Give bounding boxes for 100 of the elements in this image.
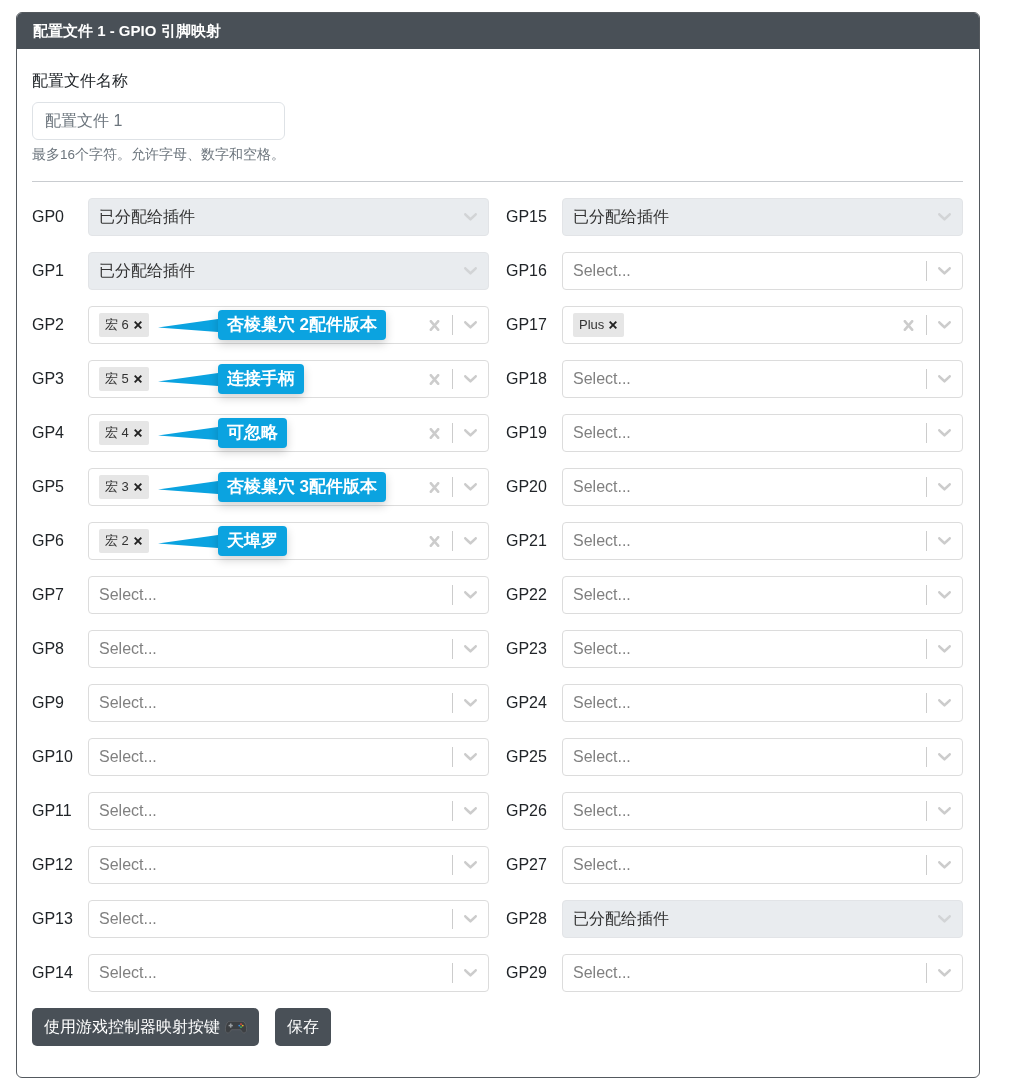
pin-select[interactable]: Select... (562, 684, 963, 722)
chevron-down-icon[interactable] (938, 753, 951, 761)
pin-label: GP11 (32, 802, 72, 819)
tag-label: 宏 3 (104, 478, 130, 496)
pin-select[interactable]: 宏 3 杏棱巢穴 3配件版本 (88, 468, 489, 506)
map-with-gamepad-button[interactable]: 使用游戏控制器映射按键 (32, 1008, 259, 1046)
pin-select[interactable]: Select... (88, 576, 489, 614)
chevron-down-icon[interactable] (464, 375, 477, 383)
callout-label: 可忽略 (217, 418, 287, 448)
chevron-down-icon[interactable] (464, 537, 477, 545)
save-button[interactable]: 保存 (275, 1008, 331, 1046)
profile-name-input[interactable]: 配置文件 1 (32, 102, 285, 140)
chevron-down-icon[interactable] (464, 807, 477, 815)
pin-select[interactable]: 宏 6 杏棱巢穴 2配件版本 (88, 306, 489, 344)
tag-label: 宏 4 (104, 424, 130, 442)
pin-label: GP28 (506, 910, 547, 927)
clear-icon[interactable] (429, 535, 440, 547)
chevron-down-icon[interactable] (938, 483, 951, 491)
remove-icon[interactable] (133, 429, 142, 437)
pin-label: GP8 (32, 640, 64, 657)
pin-select[interactable]: Select... (562, 468, 963, 506)
pin-label: GP24 (506, 694, 547, 711)
pin-label: GP0 (32, 208, 64, 225)
pin-label: GP20 (506, 478, 547, 495)
callout-pointer (157, 480, 218, 494)
gamepad-icon (225, 1020, 247, 1034)
chevron-down-icon[interactable] (938, 969, 951, 977)
chevron-down-icon[interactable] (464, 429, 477, 437)
pin-select[interactable]: Select... (88, 738, 489, 776)
clear-icon[interactable] (429, 373, 440, 385)
pin-select[interactable]: Plus (562, 306, 963, 344)
chevron-down-icon[interactable] (938, 375, 951, 383)
pin-select[interactable]: Select... (562, 792, 963, 830)
pin-select[interactable]: Select... (88, 792, 489, 830)
remove-icon[interactable] (609, 321, 618, 329)
panel-title: 配置文件 1 - GPIO 引脚映射 (33, 21, 221, 41)
pin-label: GP29 (506, 964, 547, 981)
pin-label: GP6 (32, 532, 64, 549)
pin-select[interactable]: Select... (562, 846, 963, 884)
pin-select[interactable]: Select... (562, 954, 963, 992)
pin-select[interactable]: 宏 2 天埠罗 (88, 522, 489, 560)
pin-select[interactable]: Select... (88, 900, 489, 938)
remove-icon[interactable] (133, 375, 142, 383)
pin-select[interactable]: Select... (562, 576, 963, 614)
clear-icon[interactable] (429, 427, 440, 439)
pin-select[interactable]: Select... (88, 684, 489, 722)
chevron-down-icon[interactable] (938, 861, 951, 869)
pin-select[interactable]: 宏 5 连接手柄 (88, 360, 489, 398)
callout-label: 天埠罗 (217, 526, 287, 556)
pin-select[interactable]: Select... (562, 522, 963, 560)
pin-label: GP5 (32, 478, 64, 495)
chevron-down-icon[interactable] (464, 699, 477, 707)
callout-pointer (157, 426, 218, 440)
remove-icon[interactable] (133, 537, 142, 545)
pin-label: GP4 (32, 424, 64, 441)
callout-pointer (157, 534, 218, 548)
chevron-down-icon[interactable] (464, 969, 477, 977)
chevron-down-icon[interactable] (464, 591, 477, 599)
chevron-down-icon[interactable] (464, 861, 477, 869)
pin-select[interactable]: Select... (562, 630, 963, 668)
pin-label: GP12 (32, 856, 73, 873)
tag-label: 宏 6 (104, 316, 130, 334)
pin-label: GP16 (506, 262, 547, 279)
pin-select[interactable]: Select... (88, 954, 489, 992)
chevron-down-icon[interactable] (464, 915, 477, 923)
clear-icon[interactable] (429, 319, 440, 331)
tag-label: 宏 2 (104, 532, 130, 550)
tag-label: 宏 5 (104, 370, 130, 388)
pin-label: GP7 (32, 586, 64, 603)
remove-icon[interactable] (133, 483, 142, 491)
help-text: 最多16个字符。允许字母、数字和空格。 (32, 146, 286, 164)
chevron-down-icon[interactable] (938, 699, 951, 707)
chevron-down-icon[interactable] (938, 267, 951, 275)
chevron-down-icon[interactable] (938, 429, 951, 437)
pin-select[interactable]: 宏 4 可忽略 (88, 414, 489, 452)
pin-select[interactable]: Select... (88, 846, 489, 884)
chevron-down-icon[interactable] (464, 753, 477, 761)
callout-label: 杏棱巢穴 3配件版本 (217, 472, 387, 502)
pin-label: GP13 (32, 910, 73, 927)
pin-select[interactable]: Select... (562, 414, 963, 452)
pin-label: GP27 (506, 856, 547, 873)
remove-icon[interactable] (133, 321, 142, 329)
pin-label: GP22 (506, 586, 547, 603)
chevron-down-icon[interactable] (464, 321, 477, 329)
pin-select[interactable]: Select... (88, 630, 489, 668)
pin-select[interactable]: Select... (562, 252, 963, 290)
pin-select[interactable]: Select... (562, 738, 963, 776)
chevron-down-icon[interactable] (464, 645, 477, 653)
tag-label: Plus (578, 316, 606, 334)
pin-select[interactable]: Select... (562, 360, 963, 398)
chevron-down-icon[interactable] (938, 537, 951, 545)
chevron-down-icon[interactable] (464, 483, 477, 491)
chevron-down-icon[interactable] (938, 645, 951, 653)
clear-icon[interactable] (429, 481, 440, 493)
chevron-down-icon[interactable] (938, 807, 951, 815)
chevron-down-icon[interactable] (938, 591, 951, 599)
pin-label: GP19 (506, 424, 547, 441)
clear-icon[interactable] (903, 319, 914, 331)
callout-pointer (157, 318, 218, 332)
chevron-down-icon[interactable] (938, 321, 951, 329)
